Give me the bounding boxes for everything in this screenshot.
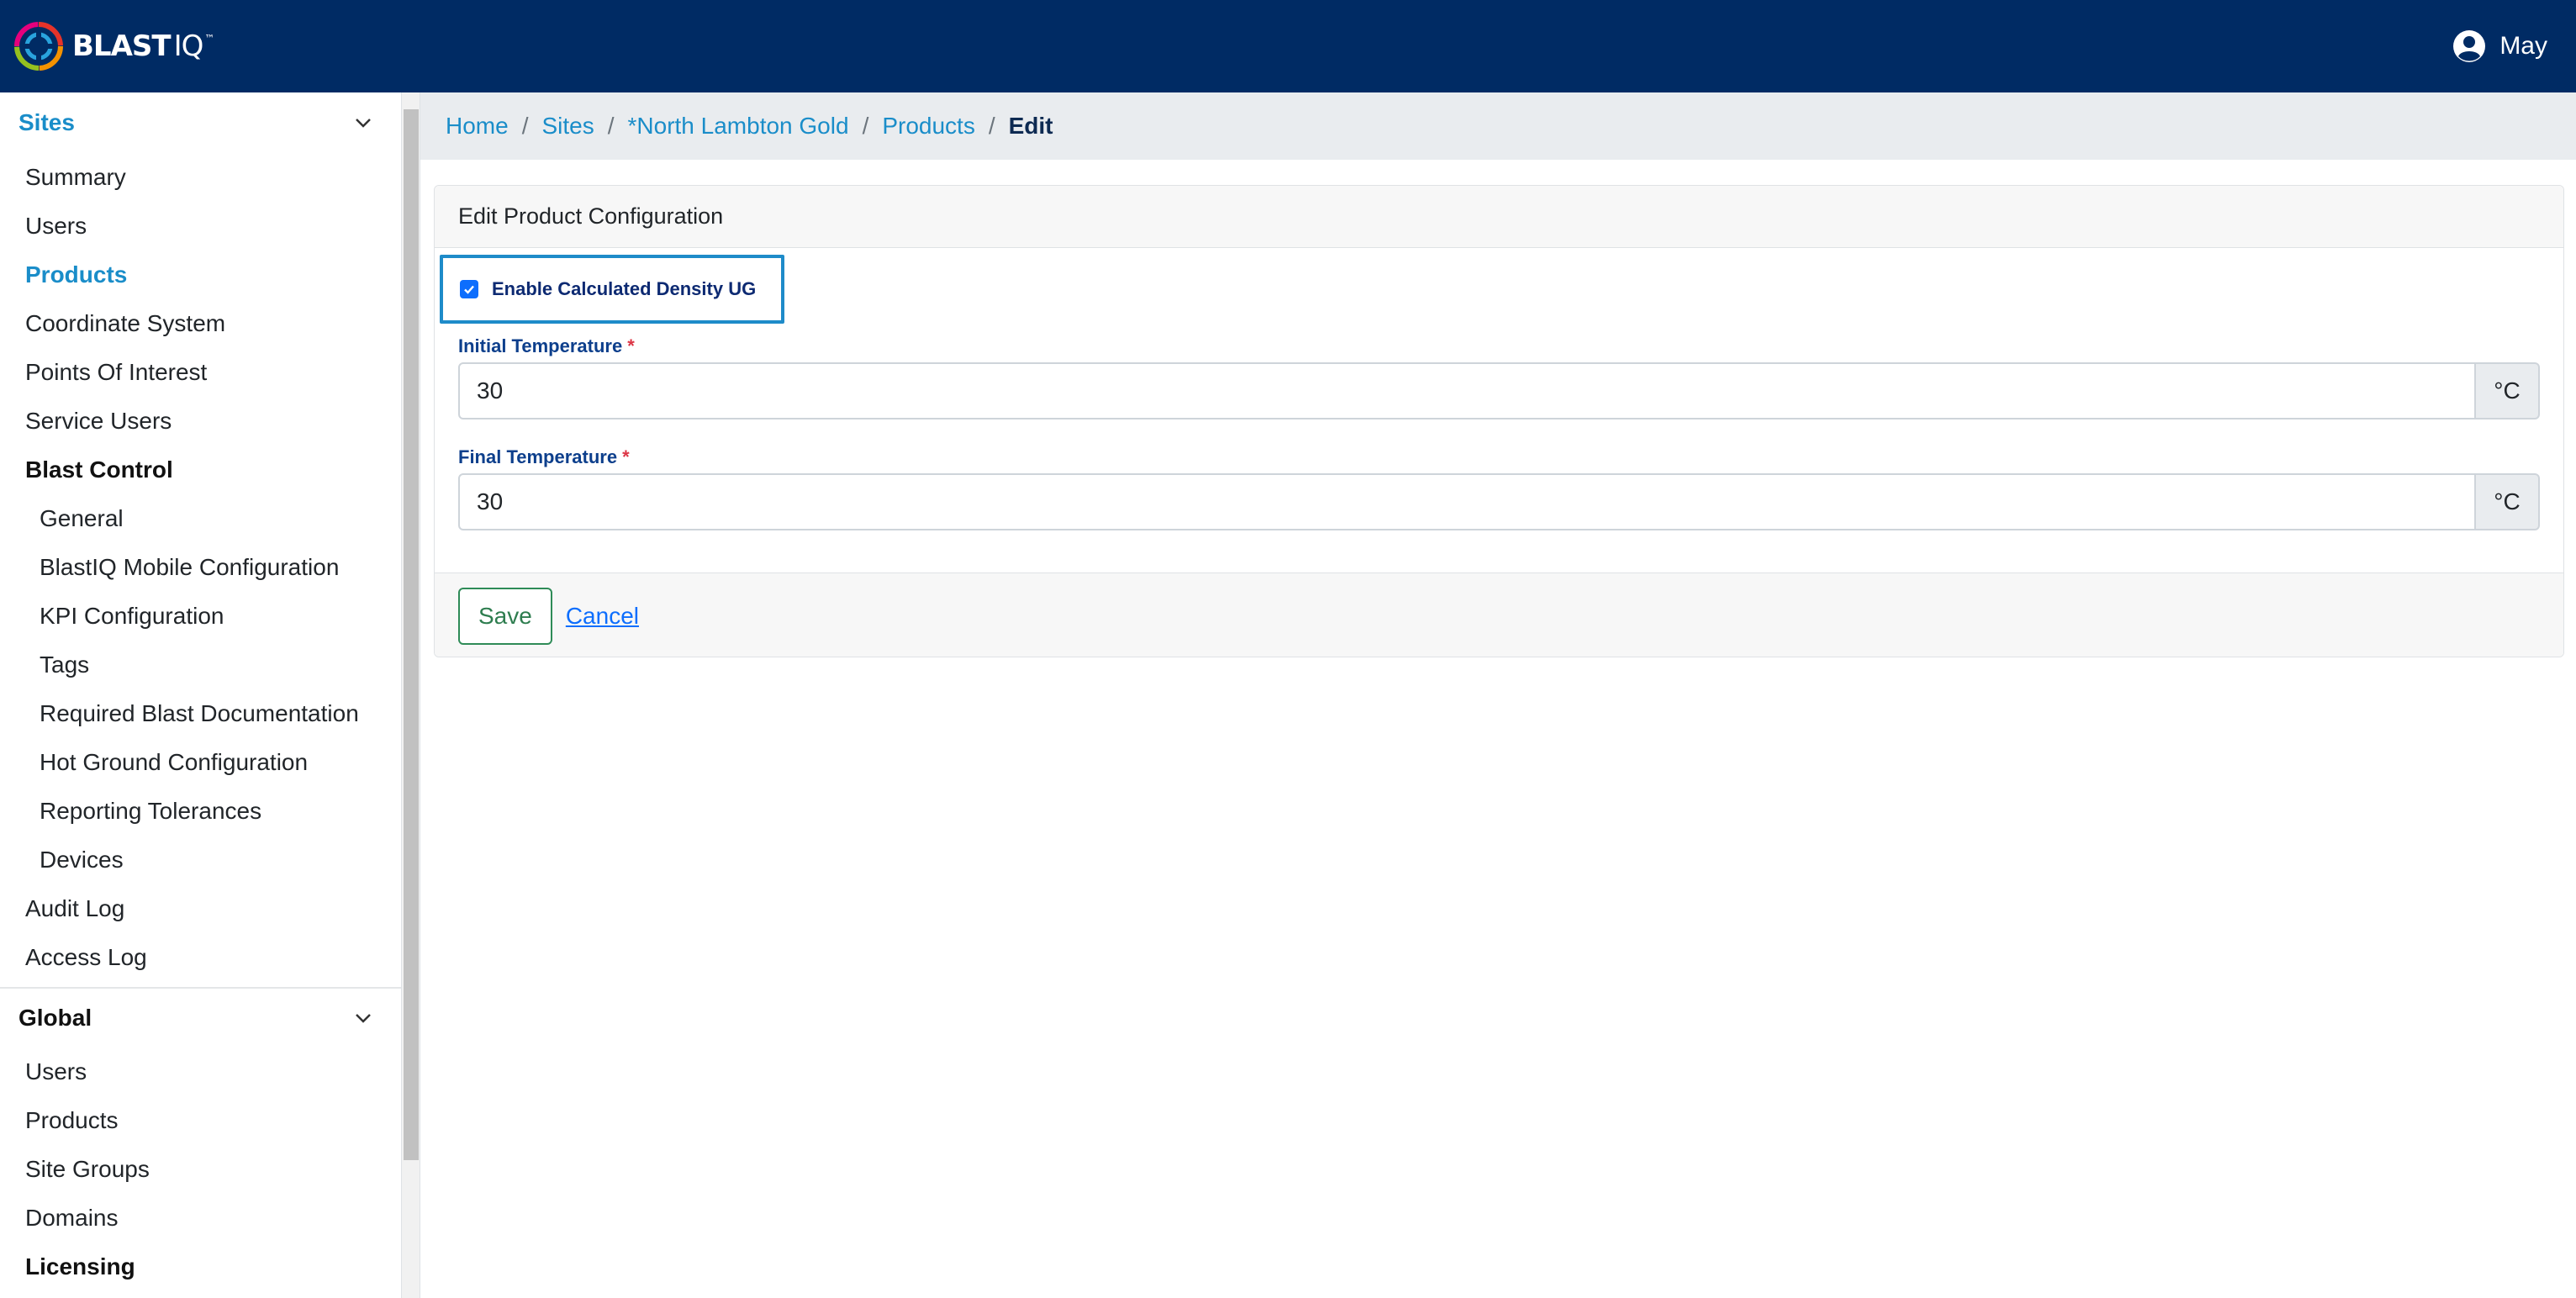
card-body: Enable Calculated Density UG Initial Tem… bbox=[435, 248, 2563, 572]
sidebar-item-users[interactable]: Users bbox=[0, 202, 401, 251]
chevron-down-icon bbox=[356, 1014, 371, 1023]
breadcrumb-separator: / bbox=[521, 113, 529, 139]
sidebar-section-global[interactable]: Global bbox=[0, 987, 401, 1047]
breadcrumb-site[interactable]: *North Lambton Gold bbox=[628, 113, 849, 140]
final-temperature-group: °C bbox=[458, 473, 2540, 530]
sidebar-section-title: Global bbox=[18, 1005, 92, 1031]
sidebar-item-domains[interactable]: Domains bbox=[0, 1194, 401, 1243]
sidebar-item-access-log[interactable]: Access Log bbox=[0, 933, 401, 982]
sidebar-item-points-of-interest[interactable]: Points Of Interest bbox=[0, 348, 401, 397]
sidebar-group-blast-control: Blast Control bbox=[25, 456, 173, 483]
sidebar-item-kpi-configuration[interactable]: KPI Configuration bbox=[0, 592, 401, 641]
sidebar-item-hot-ground-configuration[interactable]: Hot Ground Configuration bbox=[0, 738, 401, 787]
final-temperature-label: Final Temperature * bbox=[458, 446, 630, 468]
brand-light: IQ bbox=[173, 29, 204, 63]
user-name: May bbox=[2499, 32, 2547, 60]
main-content: Home / Sites / *North Lambton Gold / Pro… bbox=[420, 92, 2576, 1298]
breadcrumb: Home / Sites / *North Lambton Gold / Pro… bbox=[420, 92, 2576, 160]
brand[interactable]: BLAST IQ ™ bbox=[13, 21, 214, 71]
sidebar-section-title: Sites bbox=[18, 109, 75, 135]
breadcrumb-separator: / bbox=[988, 113, 995, 139]
blastiq-logo-icon bbox=[14, 22, 63, 71]
sidebar-item-service-users[interactable]: Service Users bbox=[0, 397, 401, 446]
sidebar-item-global-users[interactable]: Users bbox=[0, 1047, 401, 1096]
sidebar-item-general[interactable]: General bbox=[0, 494, 401, 543]
sidebar-item-global-products[interactable]: Products bbox=[0, 1096, 401, 1145]
brand-bold: BLAST bbox=[72, 29, 172, 63]
sidebar-section-sites[interactable]: Sites bbox=[0, 92, 401, 153]
breadcrumb-separator: / bbox=[862, 113, 869, 139]
enable-calculated-density-checkbox-group[interactable]: Enable Calculated Density UG bbox=[440, 255, 784, 324]
save-button[interactable]: Save bbox=[458, 587, 552, 645]
sidebar-item-licensing[interactable]: Licensing bbox=[0, 1243, 401, 1291]
user-circle-icon bbox=[2453, 30, 2486, 62]
brand-tm: ™ bbox=[204, 33, 214, 45]
final-temperature-input[interactable] bbox=[458, 473, 2476, 530]
sidebar-item-summary[interactable]: Summary bbox=[0, 153, 401, 202]
sidebar-item-devices[interactable]: Devices bbox=[0, 836, 401, 884]
sidebar-item-tags[interactable]: Tags bbox=[0, 641, 401, 689]
sidebar-item-audit-log[interactable]: Audit Log bbox=[0, 884, 401, 933]
enable-calculated-density-checkbox[interactable] bbox=[460, 280, 478, 298]
initial-temperature-input[interactable] bbox=[458, 362, 2476, 419]
user-menu[interactable]: May bbox=[2452, 29, 2547, 63]
initial-temperature-unit: °C bbox=[2476, 362, 2540, 419]
card-title: Edit Product Configuration bbox=[435, 186, 2563, 248]
checkbox-label[interactable]: Enable Calculated Density UG bbox=[492, 278, 756, 300]
sidebar-item-coordinate-system[interactable]: Coordinate System bbox=[0, 299, 401, 348]
breadcrumb-sites[interactable]: Sites bbox=[541, 113, 594, 140]
required-marker: * bbox=[627, 335, 635, 356]
sidebar-item-products[interactable]: Products bbox=[0, 251, 401, 299]
chevron-down-icon bbox=[356, 119, 371, 128]
breadcrumb-separator: / bbox=[607, 113, 615, 139]
checkmark-icon bbox=[464, 285, 474, 294]
breadcrumb-current: Edit bbox=[1008, 113, 1053, 139]
brand-wordmark: BLAST IQ ™ bbox=[72, 29, 214, 63]
sidebar-scrollbar-thumb[interactable] bbox=[404, 109, 419, 1160]
top-navbar: BLAST IQ ™ May bbox=[0, 0, 2576, 92]
card-footer: Save Cancel bbox=[435, 572, 2563, 657]
initial-temperature-group: °C bbox=[458, 362, 2540, 419]
sidebar-item-reporting-tolerances[interactable]: Reporting Tolerances bbox=[0, 787, 401, 836]
initial-temperature-label-text: Initial Temperature bbox=[458, 335, 623, 356]
sidebar: Sites Summary Users Products Coordinate … bbox=[0, 92, 402, 1298]
final-temperature-unit: °C bbox=[2476, 473, 2540, 530]
edit-product-card: Edit Product Configuration Enable Calcul… bbox=[434, 185, 2564, 657]
required-marker: * bbox=[622, 446, 630, 467]
breadcrumb-products[interactable]: Products bbox=[882, 113, 975, 140]
sidebar-scrollbar[interactable] bbox=[402, 92, 420, 1298]
sidebar-item-site-groups[interactable]: Site Groups bbox=[0, 1145, 401, 1194]
sidebar-item-blastiq-mobile-configuration[interactable]: BlastIQ Mobile Configuration bbox=[0, 543, 401, 592]
final-temperature-label-text: Final Temperature bbox=[458, 446, 618, 467]
breadcrumb-home[interactable]: Home bbox=[446, 113, 509, 140]
sidebar-item-required-blast-documentation[interactable]: Required Blast Documentation bbox=[0, 689, 401, 738]
initial-temperature-label: Initial Temperature * bbox=[458, 335, 635, 357]
cancel-link[interactable]: Cancel bbox=[566, 603, 639, 630]
